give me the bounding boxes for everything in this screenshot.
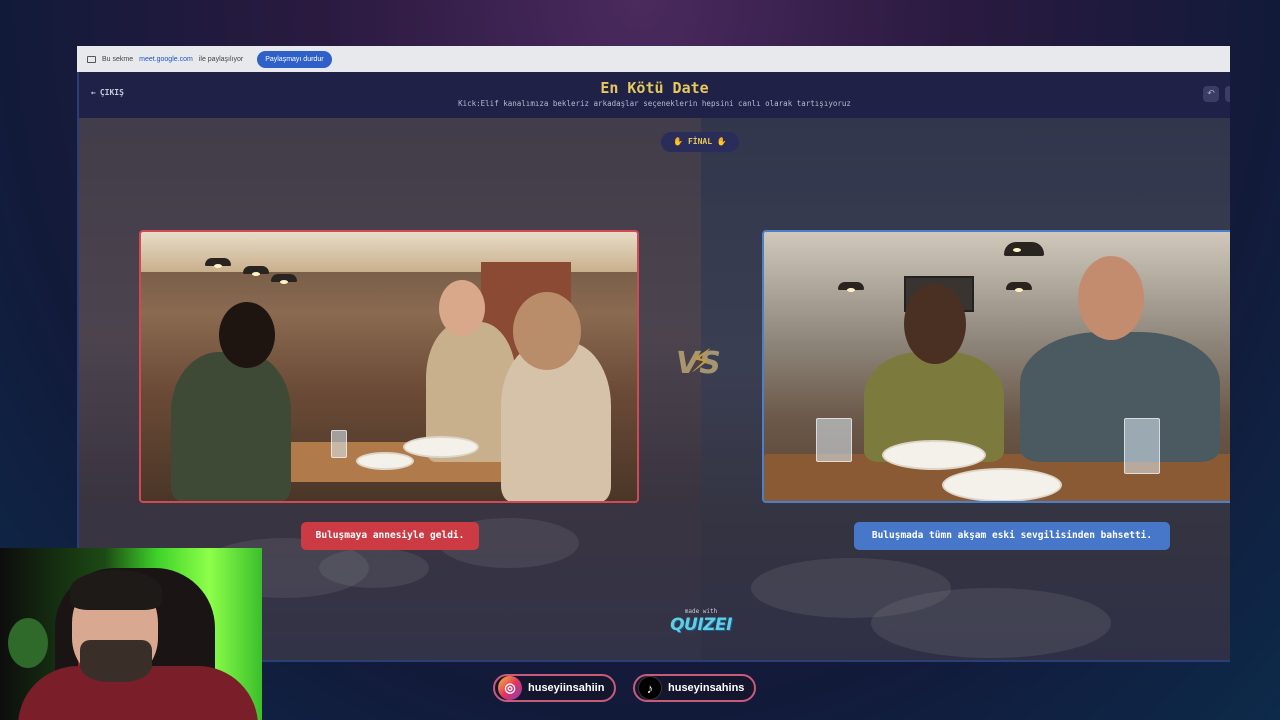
woman-head bbox=[904, 284, 966, 364]
pendant-lamp bbox=[1004, 242, 1044, 256]
plate bbox=[882, 440, 986, 470]
share-bar-text-before: Bu sekme bbox=[102, 55, 134, 63]
mother-headscarf bbox=[513, 292, 581, 370]
glass bbox=[816, 418, 852, 462]
webcam-overlay bbox=[0, 548, 262, 720]
page-title: En Kötü Date bbox=[600, 79, 709, 97]
pendant-lamp bbox=[1006, 282, 1032, 292]
glass bbox=[1124, 418, 1160, 474]
lightning-bolt-icon: ⚡ bbox=[690, 342, 713, 380]
share-bar-text-after: ile paylaşılıyor bbox=[198, 55, 244, 63]
undo-icon: ↶ bbox=[1207, 89, 1215, 99]
instagram-handle: huseyiinsahiin bbox=[528, 682, 605, 694]
streamer-beard bbox=[80, 640, 152, 682]
option-right-caption[interactable]: Buluşmada tümn akşam eski sevgilisinden … bbox=[854, 522, 1170, 550]
man-figure bbox=[1020, 332, 1220, 462]
share-bar-domain[interactable]: meet.google.com bbox=[139, 56, 193, 63]
pendant-lamp bbox=[205, 258, 231, 268]
pendant-lamp bbox=[243, 266, 269, 276]
header: ← ÇIKIŞ En Kötü Date Kick:Elif kanalımız… bbox=[79, 72, 1230, 118]
tiktok-handle-badge: ♪ huseyinsahins bbox=[633, 674, 757, 702]
man-head bbox=[439, 280, 485, 336]
option-left-image[interactable] bbox=[139, 230, 639, 503]
instagram-handle-badge: ◎ huseyiinsahiin bbox=[493, 674, 617, 702]
man-head bbox=[1078, 256, 1144, 340]
stop-sharing-button[interactable]: Paylaşmayı durdur bbox=[257, 50, 332, 68]
option-right-image[interactable] bbox=[762, 230, 1230, 503]
made-with-label: made with bbox=[684, 608, 718, 615]
round-badge: ✋ FİNAL ✋ bbox=[661, 132, 739, 152]
option-left-caption[interactable]: Buluşmaya annesiyle geldi. bbox=[301, 522, 479, 550]
screen-share-bar: Bu sekme meet.google.com ile paylaşılıyo… bbox=[77, 46, 1230, 72]
screen-share-icon bbox=[87, 55, 96, 63]
plate bbox=[942, 468, 1062, 501]
undo-button[interactable]: ↶ bbox=[1203, 86, 1219, 102]
header-extra-button[interactable] bbox=[1225, 86, 1230, 102]
plate bbox=[356, 452, 414, 470]
tiktok-handle: huseyinsahins bbox=[668, 682, 745, 694]
quizei-logo: QUIZEI bbox=[670, 615, 732, 635]
plate bbox=[403, 436, 479, 458]
made-with-badge[interactable]: made with QUIZEI bbox=[669, 608, 733, 635]
glass bbox=[331, 430, 347, 458]
versus-mark: VS ⚡ bbox=[676, 342, 726, 390]
pendant-lamp bbox=[271, 274, 297, 284]
streamer-hair bbox=[70, 570, 162, 610]
page-subtitle: Kick:Elif kanalımıza bekleriz arkadaşlar… bbox=[458, 99, 851, 108]
tiktok-icon: ♪ bbox=[638, 676, 662, 700]
instagram-icon: ◎ bbox=[498, 676, 522, 700]
woman-head bbox=[219, 302, 275, 368]
plant bbox=[8, 618, 48, 668]
woman-figure bbox=[171, 352, 291, 501]
pendant-lamp bbox=[838, 282, 864, 292]
